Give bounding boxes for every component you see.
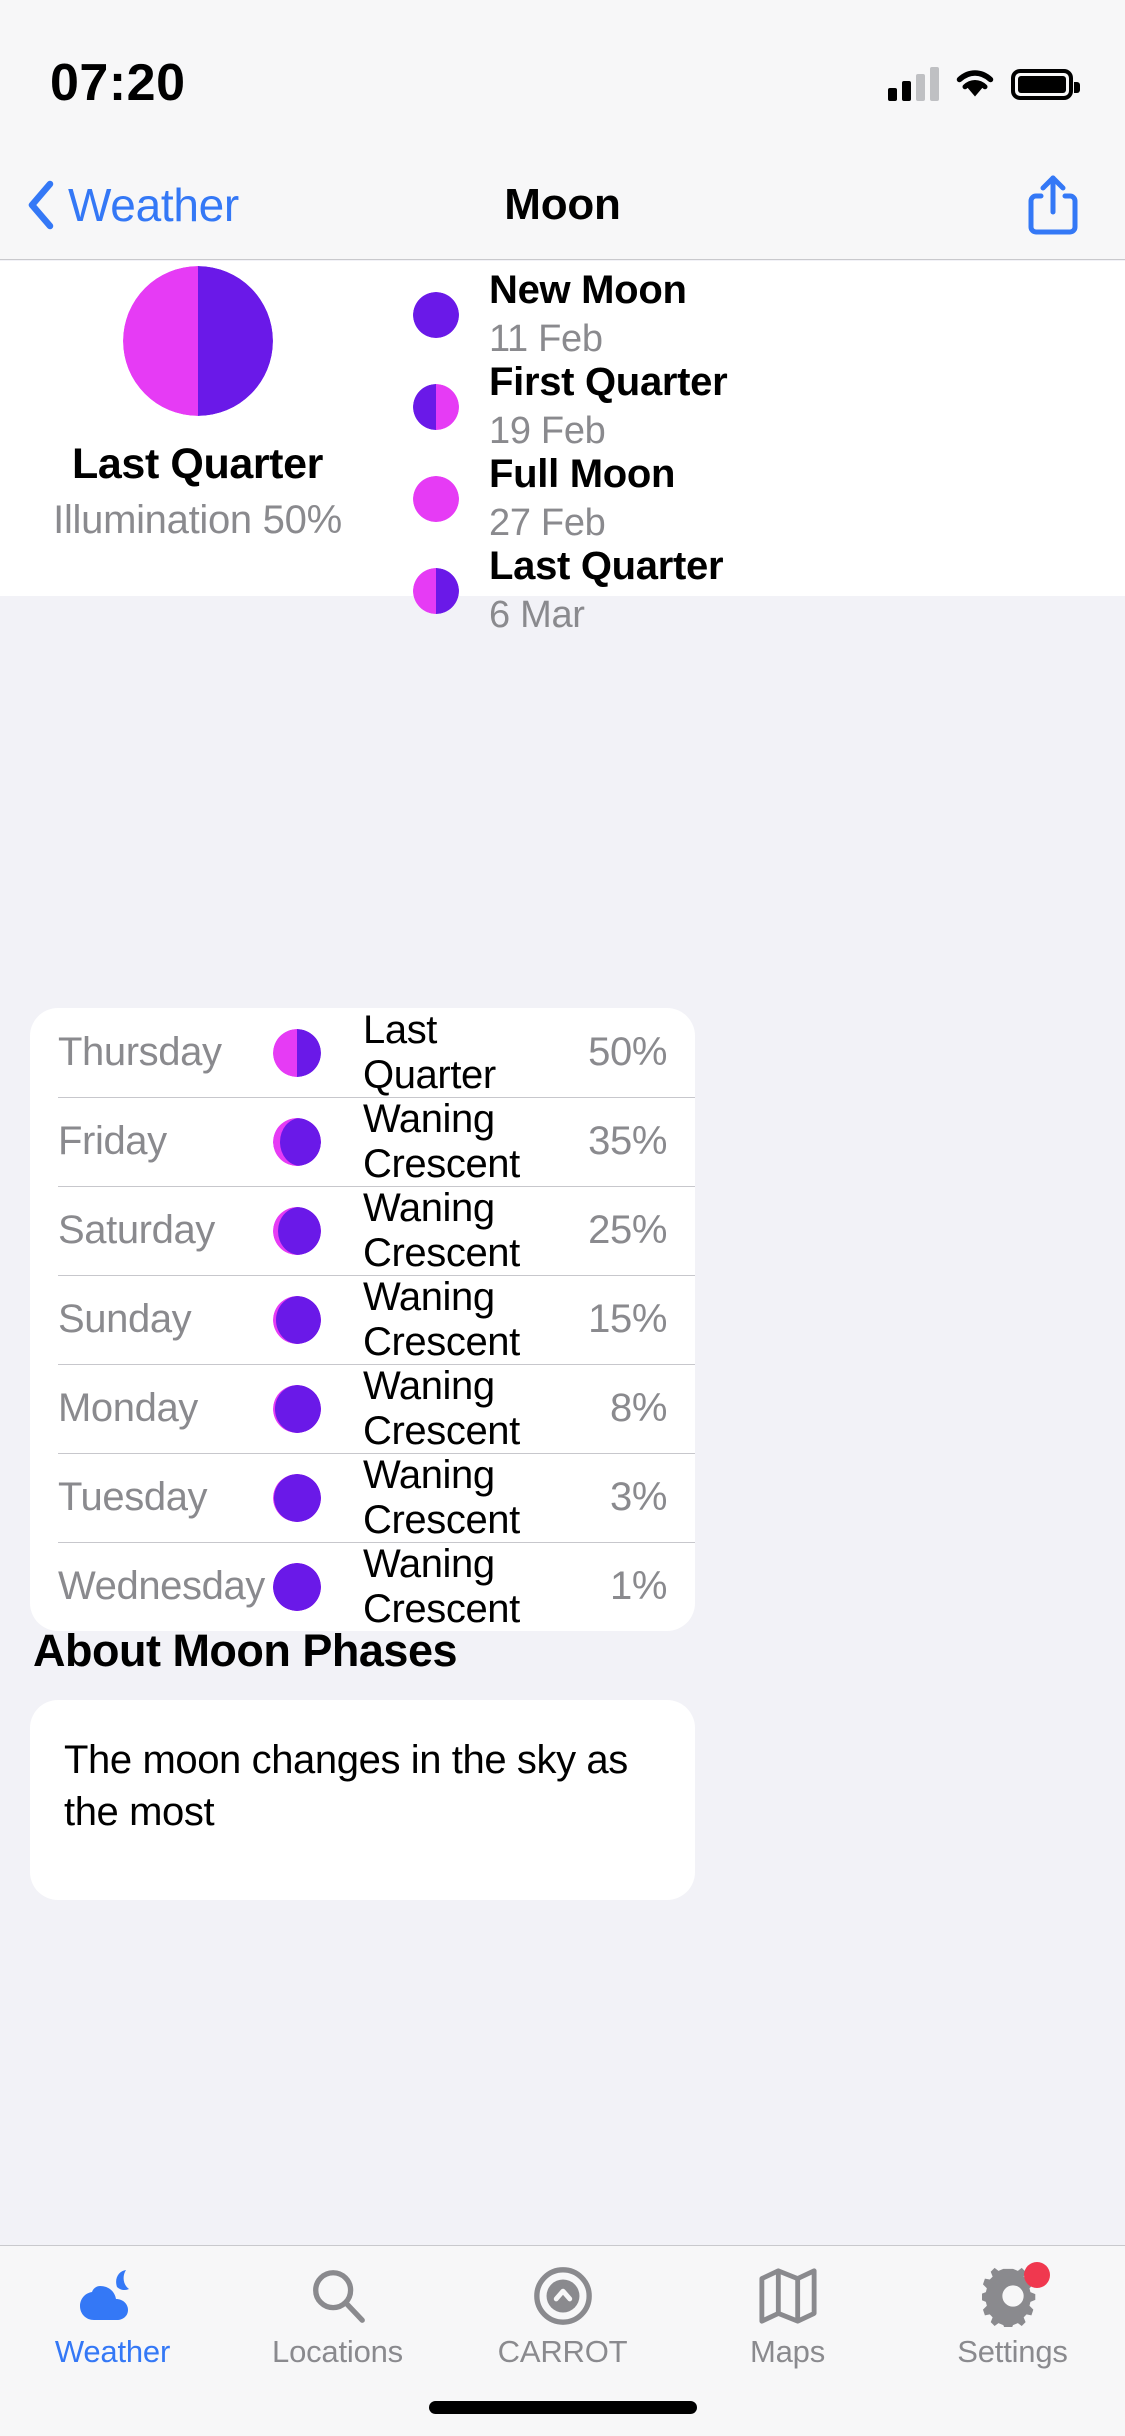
upcoming-phase-text: First Quarter 19 Feb <box>489 360 728 454</box>
home-indicator <box>428 2401 697 2414</box>
search-icon <box>307 2264 369 2328</box>
status-time: 07:20 <box>50 54 186 112</box>
upcoming-phase-date: 27 Feb <box>489 501 606 544</box>
notification-badge <box>1023 2262 1050 2288</box>
moon-phase-icon <box>413 384 459 430</box>
current-moon-summary: Last Quarter Illumination 50% <box>0 261 395 596</box>
upcoming-phase-name: Last Quarter <box>489 544 724 589</box>
tab-label: Settings <box>957 2334 1068 2369</box>
row-illumination: 35% <box>588 1119 667 1163</box>
moon-phase-icon <box>413 292 459 338</box>
row-day: Saturday <box>58 1208 215 1252</box>
upcoming-phase-row: First Quarter 19 Feb <box>405 360 1125 454</box>
table-row[interactable]: Wednesday Waning Crescent 1% <box>30 1542 695 1631</box>
status-indicators <box>888 49 1080 101</box>
table-row[interactable]: Tuesday Waning Crescent 3% <box>30 1453 695 1542</box>
tab-label: CARROT <box>497 2334 628 2369</box>
table-row[interactable]: Sunday Waning Crescent 15% <box>30 1275 695 1364</box>
moon-phase-icon <box>273 1028 321 1077</box>
row-illumination: 25% <box>588 1208 667 1252</box>
row-illumination: 50% <box>588 1030 667 1074</box>
moon-phase-icon <box>273 1562 321 1611</box>
upcoming-phase-name: New Moon <box>489 268 687 313</box>
row-illumination: 15% <box>588 1297 667 1341</box>
moon-phase-icon <box>413 568 459 614</box>
row-day: Thursday <box>58 1030 222 1074</box>
table-row[interactable]: Thursday Last Quarter 50% <box>30 1008 695 1097</box>
tab-locations[interactable]: Locations <box>225 2264 450 2370</box>
upcoming-phase-row: Full Moon 27 Feb <box>405 452 1125 546</box>
upcoming-phase-list: New Moon 11 Feb First Quarter 19 Feb Full Mo… <box>395 261 1125 636</box>
row-illumination: 1% <box>609 1564 667 1608</box>
tab-carrot[interactable]: CARROT <box>450 2264 675 2370</box>
current-moon-graphic <box>122 266 273 416</box>
moon-phase-screen: 07:20 Weather Moon Last Quarter Illumina… <box>0 0 1125 2436</box>
tab-label: Maps <box>749 2334 825 2369</box>
row-phase-name: Waning Crescent <box>363 1452 520 1542</box>
about-heading: About Moon Phases <box>33 1625 458 1676</box>
row-day: Friday <box>58 1119 167 1163</box>
upcoming-phase-name: Full Moon <box>489 452 676 497</box>
row-day: Monday <box>58 1386 198 1430</box>
upcoming-phase-text: New Moon 11 Feb <box>489 268 687 362</box>
row-day: Tuesday <box>58 1475 208 1519</box>
row-day: Sunday <box>58 1297 192 1341</box>
moon-phase-icon <box>273 1117 321 1166</box>
moon-phase-icon <box>273 1384 321 1433</box>
cellular-signal-icon <box>888 67 939 101</box>
row-phase-name: Waning Crescent <box>363 1541 520 1631</box>
upcoming-phase-name: First Quarter <box>489 360 728 405</box>
upcoming-phase-text: Full Moon 27 Feb <box>489 452 675 546</box>
about-card: The moon changes in the sky as the most <box>30 1700 695 1900</box>
current-moon-hero: Last Quarter Illumination 50% New Moon 11… <box>0 261 1125 636</box>
map-icon <box>757 2264 819 2328</box>
status-bar: 07:20 <box>0 0 1125 150</box>
navigation-bar: Weather Moon <box>0 150 1125 260</box>
row-phase-name: Last Quarter <box>363 1008 496 1097</box>
upcoming-phase-row: New Moon 11 Feb <box>405 268 1125 362</box>
tab-weather[interactable]: Weather <box>0 2264 225 2370</box>
table-row[interactable]: Monday Waning Crescent 8% <box>30 1364 695 1453</box>
about-body: The moon changes in the sky as the most <box>64 1738 628 1834</box>
wifi-icon <box>956 70 994 97</box>
upcoming-phase-date: 19 Feb <box>489 409 606 452</box>
row-day: Wednesday <box>58 1564 265 1608</box>
upcoming-phase-date: 11 Feb <box>489 317 603 360</box>
moon-phase-icon <box>273 1473 321 1522</box>
weekly-moon-table: Thursday Last Quarter 50% Friday Waning Cres… <box>30 1008 695 1631</box>
upcoming-phase-row: Last Quarter 6 Mar <box>405 544 1125 638</box>
moon-phase-icon <box>413 476 459 522</box>
tab-label: Weather <box>54 2334 171 2369</box>
cloud-moon-icon <box>78 2264 148 2328</box>
row-phase-name: Waning Crescent <box>363 1363 520 1453</box>
row-illumination: 3% <box>609 1475 667 1519</box>
share-icon[interactable] <box>1027 174 1079 236</box>
gear-icon <box>981 2262 1050 2328</box>
current-illumination: Illumination 50% <box>53 498 342 542</box>
row-phase-name: Waning Crescent <box>363 1185 520 1275</box>
table-row[interactable]: Friday Waning Crescent 35% <box>30 1097 695 1186</box>
current-phase-name: Last Quarter <box>72 440 323 488</box>
tab-settings[interactable]: Settings <box>900 2262 1125 2370</box>
row-phase-name: Waning Crescent <box>363 1096 520 1186</box>
carrot-icon <box>532 2264 594 2328</box>
page-title: Moon <box>504 179 621 229</box>
moon-phase-icon <box>273 1295 321 1344</box>
tab-label: Locations <box>272 2334 403 2369</box>
row-phase-name: Waning Crescent <box>363 1274 520 1364</box>
table-row[interactable]: Saturday Waning Crescent 25% <box>30 1186 695 1275</box>
upcoming-phase-date: 6 Mar <box>489 593 585 636</box>
moon-phase-icon <box>273 1206 321 1255</box>
tab-maps[interactable]: Maps <box>675 2264 900 2370</box>
battery-icon <box>1011 68 1080 100</box>
row-illumination: 8% <box>609 1386 667 1430</box>
upcoming-phase-text: Last Quarter 6 Mar <box>489 544 724 638</box>
